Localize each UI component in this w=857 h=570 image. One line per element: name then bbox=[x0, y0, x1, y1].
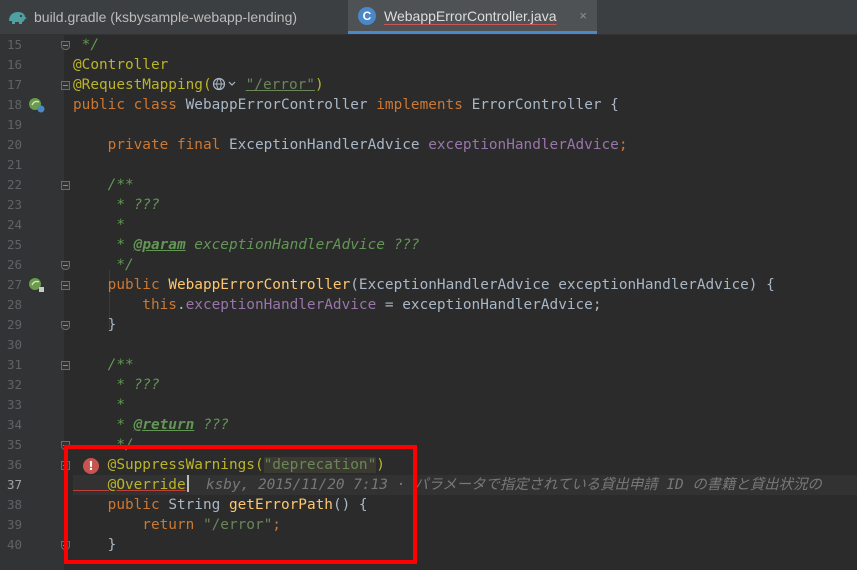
code-token: public bbox=[73, 277, 169, 293]
code-token: WebappErrorController bbox=[168, 277, 351, 293]
line-number: 39 bbox=[6, 517, 22, 532]
gradle-elephant-icon bbox=[6, 8, 28, 26]
code-line-18: public class WebappErrorController imple… bbox=[73, 95, 857, 115]
code-token: this bbox=[73, 297, 177, 313]
code-token: * ??? bbox=[73, 377, 160, 393]
code-token: ExceptionHandlerAdvice bbox=[228, 137, 429, 153]
code-line-27: public WebappErrorController(ExceptionHa… bbox=[73, 275, 857, 295]
code-token: (ExceptionHandlerAdvice exceptionHandler… bbox=[350, 277, 775, 293]
code-line-16: @Controller bbox=[73, 55, 857, 75]
code-line-33: * bbox=[73, 395, 857, 415]
code-line-24: * bbox=[73, 215, 857, 235]
code-token: exceptionHandlerAdvice ??? bbox=[185, 237, 420, 253]
code-token: ??? bbox=[194, 417, 229, 433]
code-line-32: * ??? bbox=[73, 375, 857, 395]
line-number: 24 bbox=[6, 217, 22, 232]
code-token: } bbox=[73, 317, 117, 333]
line-number: 38 bbox=[6, 497, 22, 512]
line-number: 29 bbox=[6, 317, 22, 332]
highlight-annotation-box bbox=[64, 445, 417, 564]
line-number: 34 bbox=[6, 417, 22, 432]
line-number: 26 bbox=[6, 257, 22, 272]
code-line-34: * @return ??? bbox=[73, 415, 857, 435]
code-line-29: } bbox=[73, 315, 857, 335]
line-number: 28 bbox=[6, 297, 22, 312]
code-token: . bbox=[176, 297, 186, 313]
line-number: 36 bbox=[6, 457, 22, 472]
line-number: 27 bbox=[6, 277, 22, 292]
fold-marker-icon[interactable] bbox=[61, 81, 70, 90]
code-token: * bbox=[73, 397, 125, 413]
code-token: /** bbox=[73, 177, 134, 193]
fold-marker-icon[interactable] bbox=[61, 321, 70, 330]
fold-marker-icon[interactable] bbox=[61, 181, 70, 190]
code-token: * bbox=[73, 237, 134, 253]
code-token: */ bbox=[73, 257, 134, 273]
line-number: 15 bbox=[6, 37, 22, 52]
line-number: 18 bbox=[6, 97, 22, 112]
line-number: 40 bbox=[6, 537, 22, 552]
code-token: private final bbox=[73, 137, 229, 153]
line-number: 17 bbox=[6, 77, 22, 92]
code-token: implements bbox=[376, 97, 472, 113]
line-number: 35 bbox=[6, 437, 22, 452]
code-token: exceptionHandlerAdvice bbox=[428, 137, 619, 153]
code-line-22: /** bbox=[73, 175, 857, 195]
spring-bean-icon[interactable] bbox=[28, 97, 46, 113]
close-icon[interactable]: × bbox=[579, 8, 587, 23]
line-number: 20 bbox=[6, 137, 22, 152]
editor-tab-bar: build.gradle (ksbysample-webapp-lending)… bbox=[0, 0, 857, 35]
code-token: public class bbox=[73, 97, 186, 113]
code-line-15: */ bbox=[73, 35, 857, 55]
line-number: 25 bbox=[6, 237, 22, 252]
code-line-28: this.exceptionHandlerAdvice = exceptionH… bbox=[73, 295, 857, 315]
code-token: @Controller bbox=[73, 57, 169, 73]
code-token: "/error" bbox=[245, 77, 315, 93]
code-token: WebappErrorController bbox=[185, 97, 377, 113]
fold-marker-icon[interactable] bbox=[61, 281, 70, 290]
line-number: 32 bbox=[6, 377, 22, 392]
java-class-icon: C bbox=[358, 6, 376, 25]
editor-gutter: 15 16 17 18 19 20 21 22 23 24 25 26 27 2… bbox=[0, 35, 70, 570]
code-token: * ??? bbox=[73, 197, 160, 213]
code-token: ; bbox=[618, 137, 628, 153]
fold-marker-icon[interactable] bbox=[61, 361, 70, 370]
code-token: * bbox=[73, 217, 125, 233]
fold-marker-icon[interactable] bbox=[61, 261, 70, 270]
fold-marker-icon[interactable] bbox=[61, 41, 70, 50]
code-token: exceptionHandlerAdvice bbox=[185, 297, 377, 313]
line-number: 22 bbox=[6, 177, 22, 192]
line-number: 16 bbox=[6, 57, 22, 72]
tab-label: build.gradle (ksbysample-webapp-lending) bbox=[34, 9, 298, 25]
line-number: 21 bbox=[6, 157, 22, 172]
code-token: /** bbox=[73, 357, 134, 373]
code-token: = exceptionHandlerAdvice; bbox=[376, 297, 602, 313]
code-line-26: */ bbox=[73, 255, 857, 275]
code-line-31: /** bbox=[73, 355, 857, 375]
code-token: * bbox=[73, 417, 134, 433]
line-number: 30 bbox=[6, 337, 22, 352]
tab-label: WebappErrorController.java bbox=[384, 7, 557, 24]
line-number-current: 37 bbox=[6, 477, 22, 492]
line-number: 19 bbox=[6, 117, 22, 132]
line-number: 31 bbox=[6, 357, 22, 372]
code-line-25: * @param exceptionHandlerAdvice ??? bbox=[73, 235, 857, 255]
code-token: */ bbox=[73, 37, 99, 53]
line-number: 23 bbox=[6, 197, 22, 212]
code-token: @RequestMapping( bbox=[73, 77, 212, 93]
tab-webapp-error-controller[interactable]: C WebappErrorController.java × bbox=[348, 0, 597, 34]
line-number: 33 bbox=[6, 397, 22, 412]
code-line-20: private final ExceptionHandlerAdvice exc… bbox=[73, 135, 857, 155]
tab-build-gradle[interactable]: build.gradle (ksbysample-webapp-lending) bbox=[0, 0, 346, 34]
globe-chevron-icon[interactable] bbox=[212, 77, 246, 91]
code-line-17: @RequestMapping( "/error") bbox=[73, 75, 857, 95]
code-line-23: * ??? bbox=[73, 195, 857, 215]
code-token: @param bbox=[133, 237, 186, 253]
code-token: ) bbox=[314, 77, 324, 93]
spring-injection-icon[interactable] bbox=[28, 277, 46, 293]
code-token: ErrorController { bbox=[471, 97, 619, 113]
code-token: @return bbox=[133, 417, 195, 433]
